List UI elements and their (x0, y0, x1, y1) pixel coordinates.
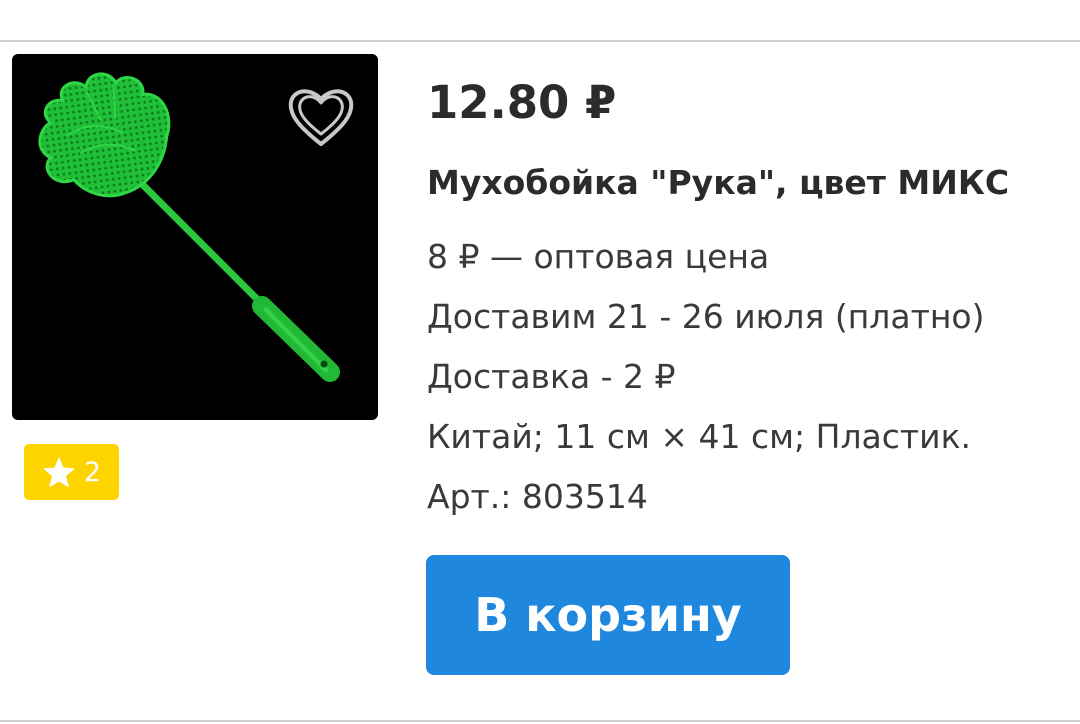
rating-count: 2 (83, 456, 102, 488)
product-specs: Китай; 11 см × 41 см; Пластик. (427, 417, 972, 456)
add-to-cart-button[interactable]: В корзину (426, 555, 790, 675)
product-image[interactable] (12, 54, 378, 420)
heart-outline-icon (288, 89, 354, 146)
favorite-button[interactable] (286, 84, 356, 150)
rating-badge[interactable]: 2 (24, 444, 119, 500)
product-title[interactable]: Мухобойка "Рука", цвет МИКС (427, 163, 1009, 202)
delivery-cost: Доставка - 2 ₽ (427, 357, 676, 396)
delivery-dates: Доставим 21 - 26 июля (платно) (427, 297, 985, 336)
product-price: 12.80 ₽ (427, 76, 617, 129)
wholesale-price: 8 ₽ — оптовая цена (427, 237, 770, 276)
top-divider (0, 40, 1080, 42)
product-article: Арт.: 803514 (427, 477, 648, 516)
star-icon (42, 457, 75, 488)
bottom-divider (0, 720, 1080, 722)
